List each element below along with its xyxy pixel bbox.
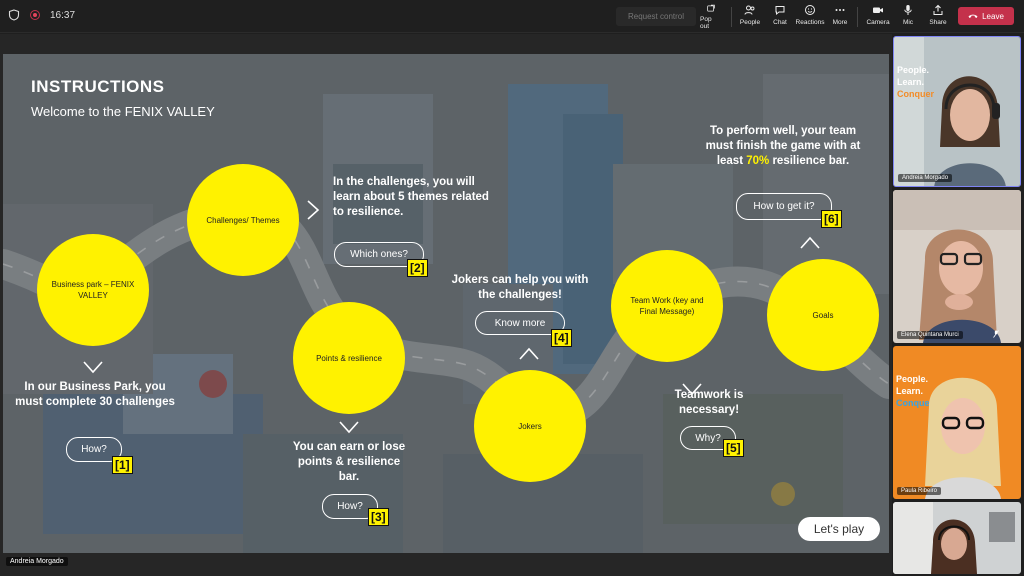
participant-name: Andreia Morgado [898, 174, 953, 182]
chevron-up-icon [800, 236, 820, 249]
svg-text:Conquer: Conquer [896, 398, 933, 408]
participant-tile[interactable]: People. Learn. Conquer Andreia Morgado [893, 36, 1021, 187]
text-challenges: In the challenges, you will learn about … [333, 176, 489, 218]
people-label: People [739, 19, 761, 26]
leave-button[interactable]: Leave [958, 7, 1014, 25]
text-goals: To perform well, your team must finish t… [702, 124, 864, 169]
mic-label: Mic [902, 19, 914, 26]
reactions-label: Reactions [795, 19, 825, 26]
node-goals: Goals [767, 259, 879, 371]
pop-out-icon [707, 4, 715, 12]
people-button[interactable]: People [739, 4, 761, 30]
chevron-down-icon [83, 361, 103, 374]
slide-subtitle: Welcome to the FENIX VALLEY [31, 104, 215, 119]
node-points: Points & resilience [293, 302, 405, 414]
mic-muted-icon [993, 330, 999, 338]
label-number-3: [3] [368, 508, 389, 526]
text-goals-percent: 70% [746, 155, 770, 167]
more-icon [835, 9, 845, 11]
presenter-name-label: Andreia Morgado [6, 557, 68, 566]
node-business-park: Business park – FENIX VALLEY [37, 234, 149, 346]
leave-label: Leave [982, 11, 1004, 21]
hang-up-icon [968, 14, 978, 18]
request-control-button[interactable]: Request control [616, 7, 696, 26]
participant-name: Elena Quintana Murci [897, 331, 963, 339]
participant-tile[interactable]: Elena Quintana Murci [893, 190, 1021, 343]
participant-video [893, 190, 1021, 343]
chevron-up-icon [519, 347, 539, 360]
toolbar-divider [857, 7, 858, 27]
participant-video: People. Learn. Conquer [893, 346, 1021, 499]
label-number-2: [2] [407, 259, 428, 277]
reactions-button[interactable]: Reactions [796, 4, 824, 30]
participant-video: People. Learn. Conquer [894, 37, 1020, 186]
participant-tile[interactable] [893, 502, 1021, 574]
meeting-toolbar: 16:37 Request control Pop out People Cha… [0, 0, 1024, 33]
chat-button[interactable]: Chat [770, 4, 790, 30]
pop-out-label: Pop out [700, 16, 712, 30]
node-teamwork: Team Work (key and Final Message) [611, 250, 723, 362]
text-teamwork: Teamwork is necessary! [674, 389, 744, 416]
label-number-5: [5] [723, 439, 744, 457]
participant-video [893, 502, 1021, 574]
chat-icon [775, 6, 785, 16]
chevron-down-icon [339, 421, 359, 434]
label-number-1: [1] [112, 456, 133, 474]
text-business-park: In our Business Park, you must complete … [15, 381, 175, 408]
pop-out-button[interactable]: Pop out [700, 4, 722, 30]
participant-name: Paula Ribeiro [897, 487, 942, 495]
lets-play-button[interactable]: Let's play [798, 517, 880, 541]
label-number-6: [6] [821, 210, 842, 228]
svg-text:Learn.: Learn. [896, 386, 923, 396]
participant-tile[interactable]: People. Learn. Conquer Paula Ribeiro [893, 346, 1021, 499]
svg-text:People.: People. [897, 65, 929, 75]
shared-screen-stage: INSTRUCTIONS Welcome to the FENIX VALLEY… [0, 34, 892, 576]
camera-icon [873, 7, 883, 13]
label-number-4: [4] [551, 329, 572, 347]
meeting-timer: 16:37 [50, 9, 76, 21]
text-jokers: Jokers can help you with the challenges! [451, 274, 589, 301]
shield-icon[interactable] [8, 9, 20, 21]
share-button[interactable]: Share [928, 4, 948, 30]
more-button[interactable]: More [831, 4, 849, 30]
camera-label: Camera [866, 19, 890, 26]
text-goals-part2: resilience bar. [769, 155, 850, 167]
meeting-info: 16:37 [8, 9, 75, 21]
mic-icon [904, 5, 912, 15]
more-label: More [832, 19, 848, 26]
chevron-right-icon [307, 200, 320, 220]
presentation-slide[interactable]: INSTRUCTIONS Welcome to the FENIX VALLEY… [3, 54, 889, 553]
slide-title: INSTRUCTIONS [31, 77, 165, 96]
node-jokers: Jokers [474, 370, 586, 482]
teams-meeting-window: 16:37 Request control Pop out People Cha… [0, 0, 1024, 576]
node-challenges: Challenges/ Themes [187, 164, 299, 276]
chat-label: Chat [773, 19, 787, 26]
svg-text:People.: People. [896, 374, 928, 384]
how-to-get-it-button[interactable]: How to get it? [736, 193, 832, 220]
toolbar-divider [731, 7, 732, 27]
people-icon [744, 5, 755, 15]
svg-text:Learn.: Learn. [897, 77, 924, 87]
reactions-icon [805, 5, 815, 15]
recording-icon [30, 10, 40, 20]
text-points: You can earn or lose points & resilience… [292, 441, 406, 483]
camera-button[interactable]: Camera [866, 4, 890, 30]
share-icon [933, 4, 943, 15]
mic-button[interactable]: Mic [899, 4, 917, 30]
share-label: Share [929, 19, 947, 26]
svg-text:Conquer: Conquer [897, 89, 934, 99]
